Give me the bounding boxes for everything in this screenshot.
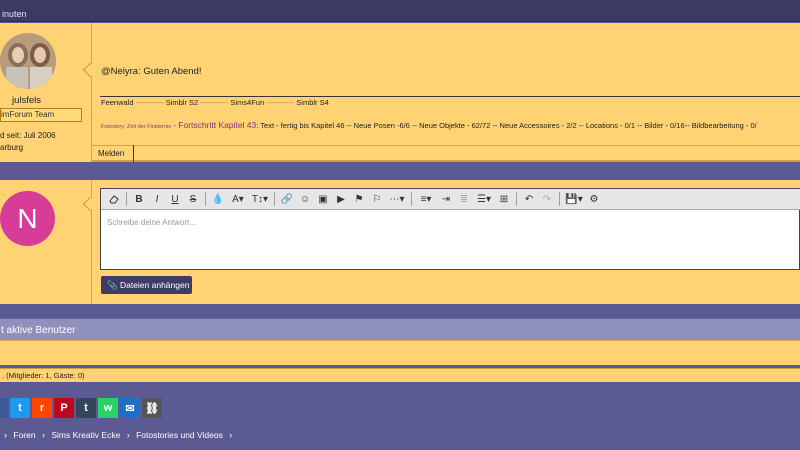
sig-link-feenwald[interactable]: Feenwald [101, 98, 134, 107]
twitter-share-button[interactable]: t [10, 398, 30, 418]
signature-links: Feenwald -------------- Simblr S2 ------… [101, 98, 329, 107]
smiley-icon[interactable]: ☺ [296, 191, 314, 208]
user-title-badge: imForum Team [0, 108, 82, 122]
breadcrumb: › Foren › Sims Kreativ Ecke › Fotostorie… [0, 430, 236, 440]
list-icon[interactable]: ☰▾ [473, 191, 495, 208]
post-text: @Neiyra: Guten Abend! [101, 66, 202, 77]
post-message: @Neiyra: Guten Abend! Feenwald ---------… [0, 23, 800, 162]
user-avatar[interactable] [0, 33, 56, 89]
outdent-icon[interactable]: ≣ [455, 191, 473, 208]
sig-link-simblr-s2[interactable]: Simblr S2 [166, 98, 199, 107]
drafts-icon[interactable]: 💾▾ [563, 191, 585, 208]
signature-fotostory: Fotostory: Zeit der Finsternis - Fortsch… [101, 120, 757, 130]
reply-textarea[interactable]: Schreibe deine Antwort... [107, 218, 196, 227]
video-icon[interactable]: ▶ [332, 191, 350, 208]
editor-toolbar: B I U S 💧 A▾ T↕▾ 🔗 ☺ ▣ ▶ ⚑ ⚐ ⋯▾ ≡▾ ⇥ ≣ ☰… [101, 189, 800, 210]
chevron-right-icon: › [41, 430, 45, 440]
attach-files-button[interactable]: 📎 Dateien anhängen [101, 276, 192, 294]
paperclip-icon: 📎 [107, 280, 118, 290]
italic-icon[interactable]: I [148, 191, 166, 208]
text-color-icon[interactable]: 💧 [209, 191, 227, 208]
chevron-right-icon: › [126, 430, 130, 440]
post-actions-bar [92, 145, 800, 161]
fotostory-title: - Fortschritt Kapitel 43 [173, 120, 257, 130]
more-icon[interactable]: ⋯▾ [386, 191, 408, 208]
active-users-title: t aktive Benutzer [1, 325, 76, 336]
rich-text-editor: B I U S 💧 A▾ T↕▾ 🔗 ☺ ▣ ▶ ⚑ ⚐ ⋯▾ ≡▾ ⇥ ≣ ☰… [100, 188, 800, 270]
member-since: d seit: Juli 2006 [0, 131, 56, 140]
chevron-right-icon: › [229, 430, 233, 440]
redo-icon[interactable]: ↷ [538, 191, 556, 208]
bold-icon[interactable]: B [130, 191, 148, 208]
flag-icon[interactable]: ⚑ [350, 191, 368, 208]
fotostory-text: : Text - fertig bis Kapitel 46 -- Neue P… [256, 121, 757, 130]
font-family-icon[interactable]: A▾ [227, 191, 249, 208]
breadcrumb-fotostories[interactable]: Fotostories und Videos [136, 430, 223, 440]
section-separator [0, 304, 800, 318]
settings-icon[interactable]: ⚙ [585, 191, 603, 208]
active-users-heading: t aktive Benutzer [0, 318, 800, 340]
pinterest-share-button[interactable]: P [54, 398, 74, 418]
sig-sep: -------------- [135, 98, 164, 107]
indent-icon[interactable]: ⇥ [437, 191, 455, 208]
breadcrumb-forums[interactable]: Foren [13, 430, 35, 440]
tumblr-share-button[interactable]: t [76, 398, 96, 418]
attach-files-label: Dateien anhängen [119, 280, 190, 290]
active-users-list [0, 340, 800, 365]
email-share-button[interactable]: ✉ [120, 398, 140, 418]
share-buttons: ftrPtw✉⛓ [0, 398, 164, 418]
fotostory-label[interactable]: Fotostory: Zeit der Finsternis [101, 124, 171, 130]
strikethrough-icon[interactable]: S [184, 191, 202, 208]
media-icon[interactable]: ⚐ [368, 191, 386, 208]
user-location: arburg [0, 143, 24, 152]
report-button[interactable]: Melden [92, 145, 134, 162]
facebook-share-button[interactable]: f [0, 398, 8, 418]
font-size-icon[interactable]: T↕▾ [249, 191, 271, 208]
link-share-button[interactable]: ⛓ [142, 398, 162, 418]
sig-link-sims4fun[interactable]: Sims4Fun [230, 98, 264, 107]
section-separator [0, 162, 800, 179]
underline-icon[interactable]: U [166, 191, 184, 208]
sig-link-simblr-s4[interactable]: Simblr S4 [296, 98, 329, 107]
align-icon[interactable]: ≡▾ [415, 191, 437, 208]
username[interactable]: julsfels [12, 95, 41, 106]
chevron-right-icon: › [4, 430, 7, 440]
reply-avatar: N [0, 191, 55, 246]
eraser-icon[interactable] [105, 191, 123, 208]
link-icon[interactable]: 🔗 [278, 191, 296, 208]
image-icon[interactable]: ▣ [314, 191, 332, 208]
whatsapp-share-button[interactable]: w [98, 398, 118, 418]
reddit-share-button[interactable]: r [32, 398, 52, 418]
sig-sep: -------------- [266, 98, 295, 107]
thread-info-bar: inuten [0, 0, 800, 22]
sig-sep: -------------- [200, 98, 229, 107]
active-users-count: . (Mitglieder: 1, Gäste: 0) [0, 368, 800, 382]
breadcrumb-sims-kreativ[interactable]: Sims Kreativ Ecke [51, 430, 120, 440]
fotostory-title-text: Fortschritt Kapitel 43 [178, 120, 257, 130]
signature-divider [100, 96, 800, 97]
undo-icon[interactable]: ↶ [520, 191, 538, 208]
table-icon[interactable]: ⊞ [495, 191, 513, 208]
